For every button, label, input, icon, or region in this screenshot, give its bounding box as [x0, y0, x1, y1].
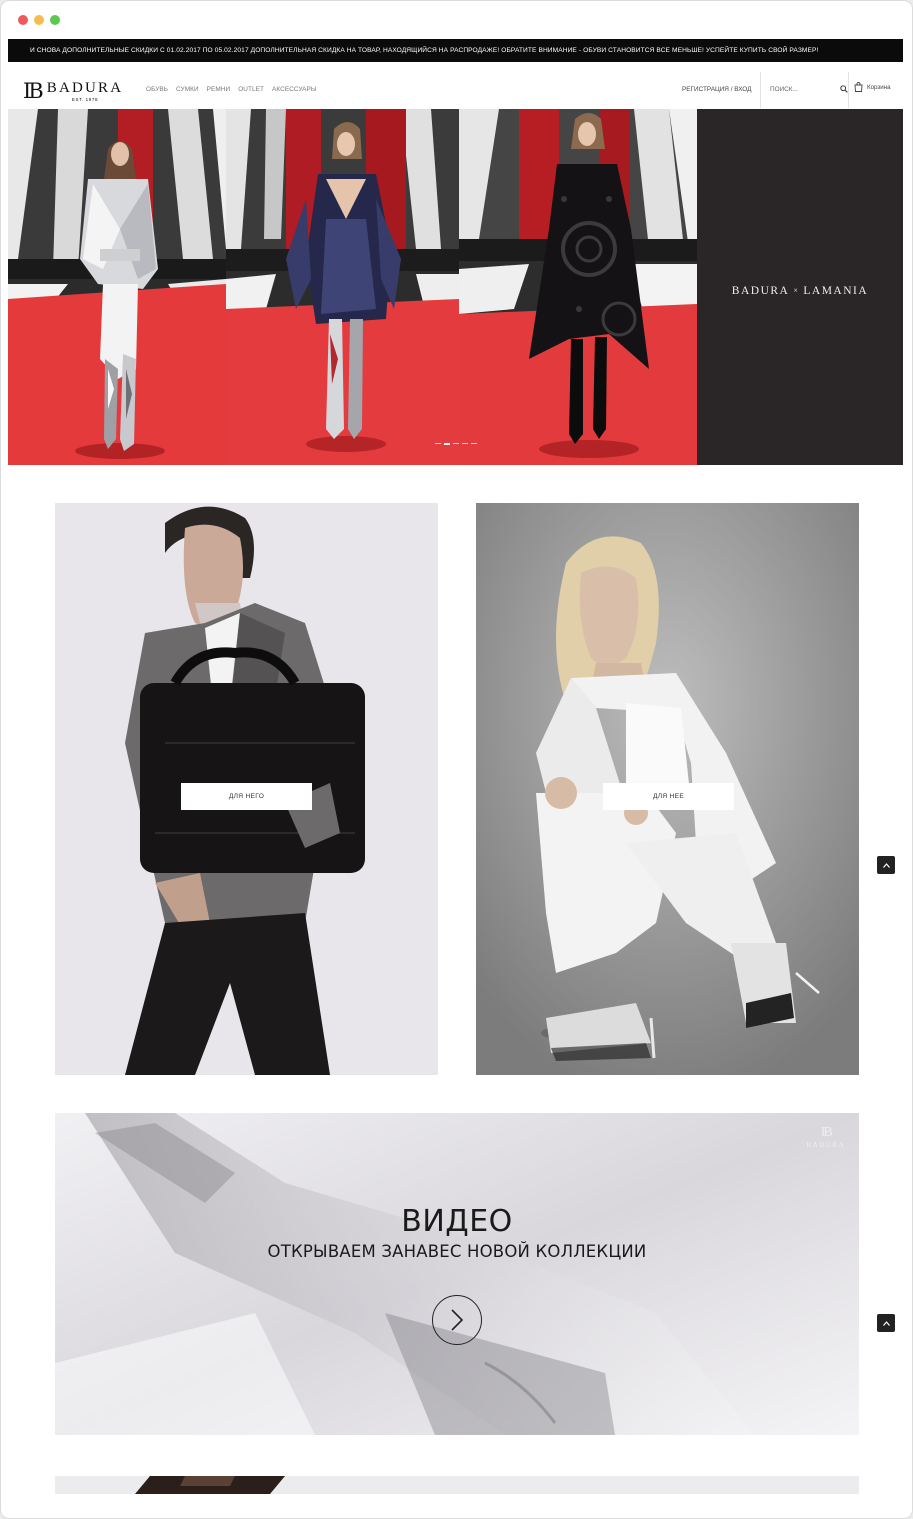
- logo-est: EST. 1978: [71, 97, 99, 102]
- search-input[interactable]: [768, 78, 828, 101]
- promo-banner: И СНОВА ДОПОЛНИТЕЛЬНЫЕ СКИДКИ С 01.02.20…: [8, 39, 903, 62]
- next-section-preview: [55, 1476, 859, 1494]
- video-section[interactable]: IB BADURA ВИДЕО ОТКРЫВАЕМ ЗАНАВЕС НОВОЙ …: [55, 1113, 859, 1435]
- header-divider: [760, 72, 761, 108]
- shopping-bag-icon: [854, 82, 863, 92]
- cart-label: Корзина: [867, 83, 891, 91]
- main-nav: ОБУВЬ СУМКИ РЕМНИ OUTLET АКСЕССУАРЫ: [146, 86, 317, 93]
- video-watermark-logo: IB BADURA: [806, 1125, 845, 1149]
- nav-item-bags[interactable]: СУМКИ: [176, 86, 199, 93]
- slider-dot-active[interactable]: [444, 442, 450, 445]
- collab-brand-left: BADURA: [731, 285, 790, 297]
- collab-panel[interactable]: BADURA × LAMANIA: [697, 109, 903, 465]
- video-title: ВИДЕО: [401, 1204, 513, 1239]
- video-subtitle: ОТКРЫВАЕМ ЗАНАВЕС НОВОЙ КОЛЛЕКЦИИ: [267, 1242, 647, 1261]
- search-box: [768, 78, 848, 101]
- for-him-button[interactable]: ДЛЯ НЕГО: [181, 783, 312, 810]
- nav-item-belts[interactable]: РЕМНИ: [207, 86, 231, 93]
- collab-brand-right: LAMANIA: [803, 285, 869, 297]
- logo-mark: IB: [23, 79, 44, 103]
- minimize-window-icon[interactable]: [34, 15, 44, 25]
- runway-photo-2: [226, 109, 459, 465]
- browser-chrome: [1, 1, 912, 39]
- header-divider: [848, 72, 849, 108]
- chevron-up-icon: [882, 1320, 890, 1326]
- slider-dot[interactable]: [453, 443, 459, 444]
- nav-item-outlet[interactable]: OUTLET: [238, 86, 264, 93]
- chevron-right-icon: [451, 1309, 464, 1331]
- search-icon[interactable]: [840, 85, 848, 93]
- category-card-her[interactable]: ДЛЯ НЕЕ: [476, 503, 859, 1075]
- play-video-button[interactable]: [432, 1295, 482, 1345]
- close-window-icon[interactable]: [18, 15, 28, 25]
- runway-photo-1: [8, 109, 226, 465]
- nav-item-shoes[interactable]: ОБУВЬ: [146, 86, 168, 93]
- cart-link[interactable]: Корзина: [854, 82, 891, 92]
- slider-dot[interactable]: [462, 443, 468, 444]
- runway-photo-3: [459, 109, 697, 465]
- hero-slider[interactable]: BADURA × LAMANIA: [8, 109, 903, 465]
- next-section-image: [55, 1476, 859, 1494]
- collab-logo: BADURA × LAMANIA: [697, 285, 903, 297]
- slider-dot[interactable]: [435, 443, 441, 444]
- maximize-window-icon[interactable]: [50, 15, 60, 25]
- site-logo[interactable]: IB BADURA EST. 1978: [23, 79, 124, 103]
- register-login-link[interactable]: РЕГИСТРАЦИЯ / ВХОД: [682, 86, 751, 93]
- site-header: IB BADURA EST. 1978 ОБУВЬ СУМКИ РЕМНИ OU…: [8, 62, 903, 109]
- collab-separator: ×: [793, 286, 800, 295]
- scroll-up-button[interactable]: [877, 1314, 895, 1332]
- category-card-him[interactable]: ДЛЯ НЕГО: [55, 503, 438, 1075]
- slider-dot[interactable]: [471, 443, 477, 444]
- video-background: [55, 1113, 859, 1435]
- logo-name: BADURA: [46, 80, 124, 96]
- chevron-up-icon: [882, 862, 890, 868]
- nav-item-accessories[interactable]: АКСЕССУАРЫ: [272, 86, 317, 93]
- for-her-button[interactable]: ДЛЯ НЕЕ: [603, 783, 734, 810]
- slider-pagination: [435, 442, 477, 445]
- scroll-up-button[interactable]: [877, 856, 895, 874]
